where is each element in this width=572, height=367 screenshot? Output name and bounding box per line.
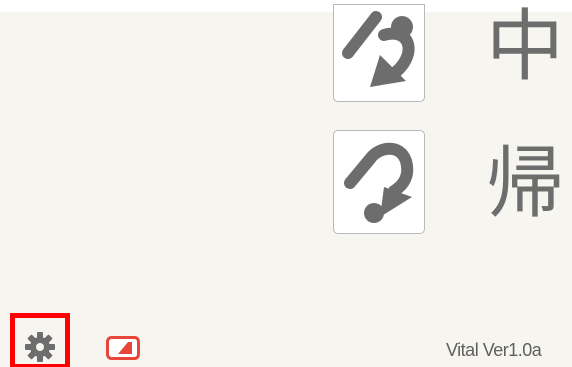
gear-icon bbox=[25, 332, 55, 362]
interrupt-arrow-icon bbox=[342, 11, 415, 87]
settings-button[interactable] bbox=[10, 313, 70, 367]
screen-toggle-button[interactable] bbox=[106, 336, 140, 360]
app-screen: 中 帰 Vital Ver1.0a bbox=[0, 0, 572, 367]
version-text: Vital Ver1.0a bbox=[446, 340, 542, 360]
screen-toggle-icon bbox=[106, 336, 140, 360]
return-arrow-icon bbox=[344, 142, 414, 223]
interrupt-label: 中 bbox=[486, 2, 565, 92]
return-label: 帰 bbox=[486, 139, 565, 229]
interrupt-button[interactable] bbox=[333, 4, 425, 102]
return-button[interactable] bbox=[333, 130, 425, 234]
